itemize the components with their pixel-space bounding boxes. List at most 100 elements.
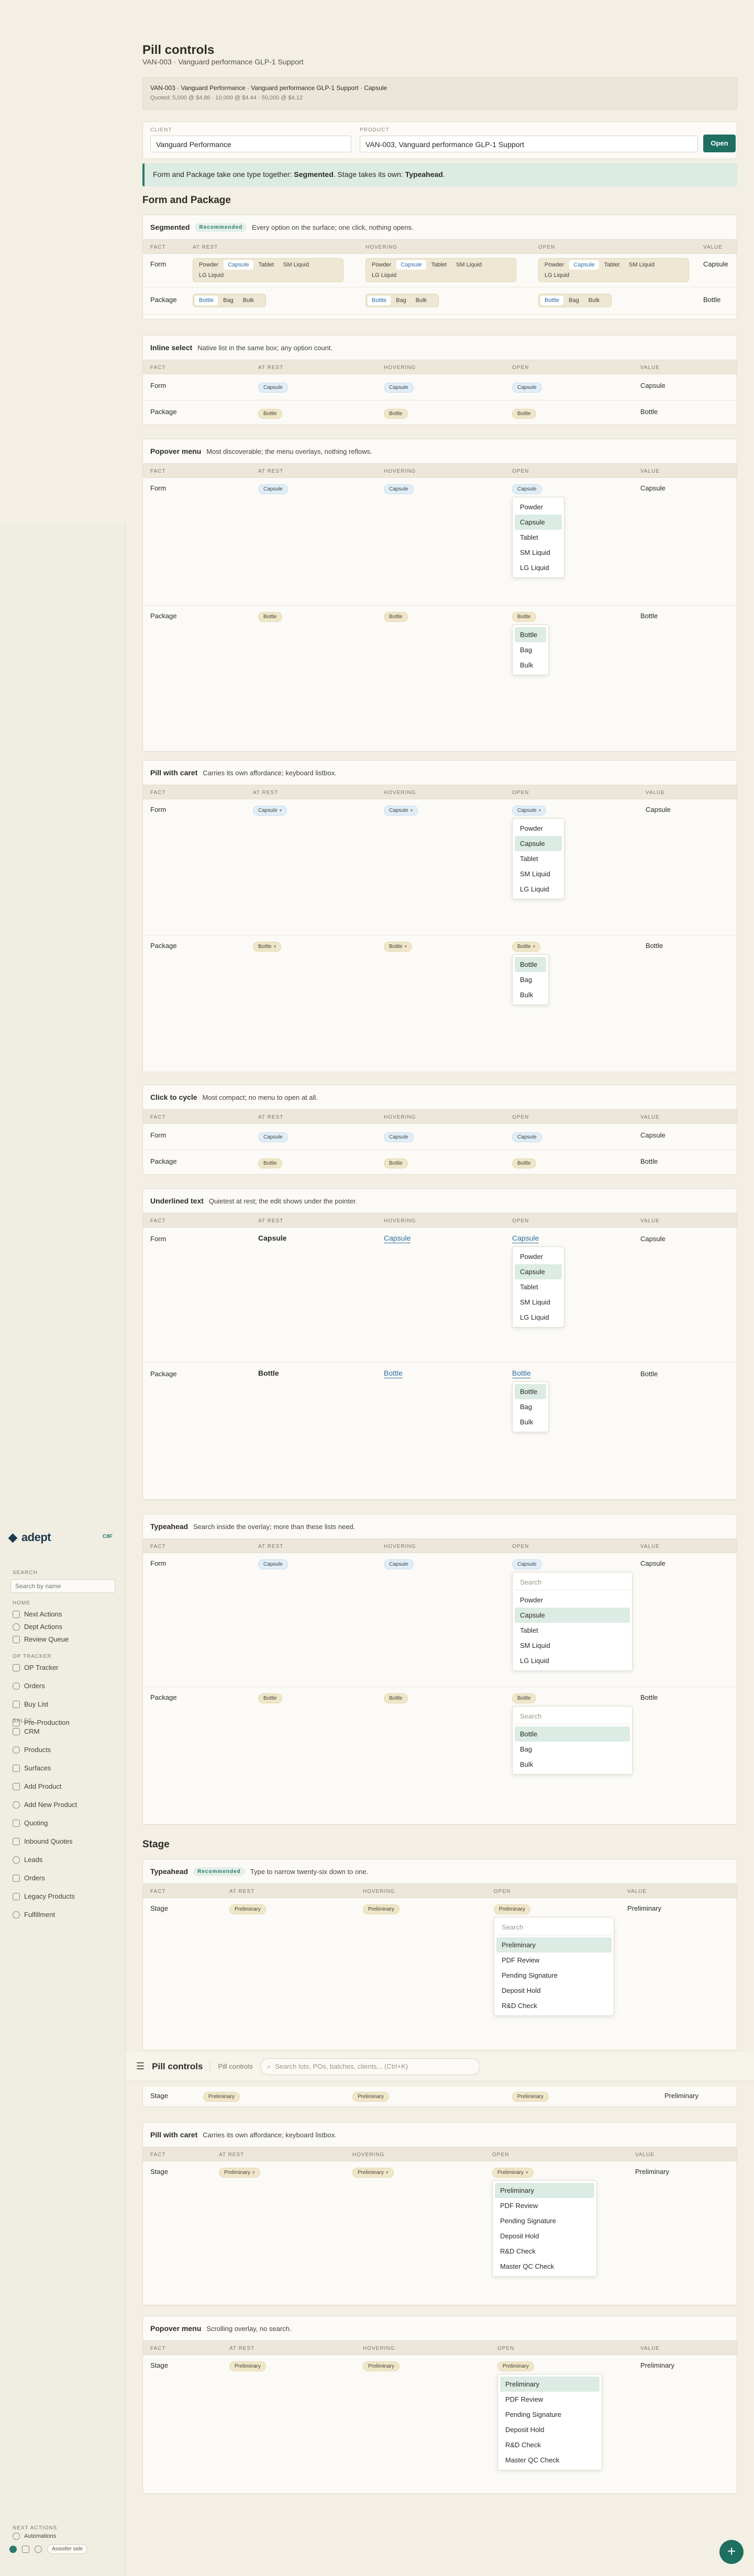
menu-search-input[interactable]: Search xyxy=(496,1920,612,1935)
sidebar-item[interactable]: Leads xyxy=(13,1856,42,1864)
segment-option[interactable]: Tablet xyxy=(600,260,624,270)
value-pill[interactable]: Bottle ▾ xyxy=(512,942,541,952)
menu-item[interactable]: LG Liquid xyxy=(515,1653,630,1668)
menu-item[interactable]: Pending Signature xyxy=(496,1968,612,1983)
menu-item[interactable]: Deposit Hold xyxy=(496,1983,612,1998)
value-pill[interactable]: Preliminary ▾ xyxy=(492,2168,534,2178)
value-text[interactable]: Bottle xyxy=(512,1369,531,1378)
segment-option[interactable]: Tablet xyxy=(254,260,278,270)
segment-option[interactable]: Bulk xyxy=(239,296,258,305)
menu-item[interactable]: R&D Check xyxy=(495,2244,594,2259)
menu-item[interactable]: Bottle xyxy=(515,957,546,972)
segment-option[interactable]: Powder xyxy=(540,260,568,270)
value-pill[interactable]: Capsule ▾ xyxy=(253,806,287,816)
value-pill[interactable]: Capsule xyxy=(384,484,414,494)
global-search[interactable]: ⌕ Search lots, POs, batches, clients... … xyxy=(260,2058,480,2075)
segment-option[interactable]: Bag xyxy=(564,296,583,305)
client-field[interactable]: Vanguard Performance xyxy=(150,136,351,152)
menu-item[interactable]: Deposit Hold xyxy=(500,2422,600,2437)
value-pill[interactable]: Bottle ▾ xyxy=(384,942,413,952)
menu-item[interactable]: Bottle xyxy=(515,1726,630,1742)
menu-item[interactable]: LG Liquid xyxy=(515,560,562,575)
segment-option[interactable]: Bulk xyxy=(412,296,431,305)
value-pill[interactable]: Preliminary ▾ xyxy=(219,2168,260,2178)
menu-icon[interactable]: ☰ xyxy=(136,2061,145,2072)
value-pill[interactable]: Bottle xyxy=(384,612,408,622)
theme-icon[interactable] xyxy=(35,2545,42,2553)
segment-option[interactable]: Capsule xyxy=(396,260,426,270)
value-pill[interactable]: Capsule ▾ xyxy=(512,806,547,816)
sidebar-item-automations[interactable]: Automations xyxy=(13,2533,56,2540)
sidebar-item[interactable]: Review Queue xyxy=(13,1635,69,1643)
menu-item[interactable]: Bottle xyxy=(515,627,546,642)
segment-option[interactable]: Powder xyxy=(195,260,223,270)
sidebar-item[interactable]: OP Tracker xyxy=(13,1664,59,1671)
menu-item[interactable]: Capsule xyxy=(515,836,562,851)
sidebar-search-input[interactable] xyxy=(10,1579,115,1593)
sidebar-item[interactable]: Inbound Quotes xyxy=(13,1837,73,1845)
menu-item[interactable]: Preliminary xyxy=(495,2183,594,2198)
menu-item[interactable]: Tablet xyxy=(515,1623,630,1638)
sidebar-item[interactable]: Add Product xyxy=(13,1782,62,1790)
value-pill[interactable]: Bottle xyxy=(258,612,282,622)
menu-item[interactable]: LG Liquid xyxy=(515,882,562,897)
menu-item[interactable]: Powder xyxy=(515,1592,630,1608)
value-pill[interactable]: Preliminary xyxy=(363,2361,400,2371)
segment-option[interactable]: SM Liquid xyxy=(625,260,659,270)
menu-item[interactable]: Bulk xyxy=(515,1414,546,1430)
value-pill[interactable]: Preliminary xyxy=(352,2092,390,2102)
brand[interactable]: ◆ adept xyxy=(8,1531,51,1544)
value-pill[interactable]: Bottle ▾ xyxy=(253,942,282,952)
segment-option[interactable]: LG Liquid xyxy=(540,271,573,280)
segment-option[interactable]: Capsule xyxy=(569,260,599,270)
segment-option[interactable]: Tablet xyxy=(427,260,451,270)
menu-item[interactable]: LG Liquid xyxy=(515,1310,562,1325)
menu-item[interactable]: Powder xyxy=(515,821,562,836)
menu-item[interactable]: Pending Signature xyxy=(495,2213,594,2228)
value-pill[interactable]: Bottle xyxy=(512,1158,536,1168)
menu-search-input[interactable]: Search xyxy=(515,1575,630,1590)
menu-item[interactable]: Preliminary xyxy=(496,1937,612,1953)
value-pill[interactable]: Capsule xyxy=(512,383,542,393)
open-button[interactable]: Open xyxy=(703,135,736,152)
value-pill[interactable]: Capsule xyxy=(258,1132,288,1142)
segment-option[interactable]: SM Liquid xyxy=(452,260,486,270)
segment-option[interactable]: Bottle xyxy=(540,296,564,305)
value-pill[interactable]: Bottle xyxy=(384,1693,408,1703)
menu-item[interactable]: Capsule xyxy=(515,515,562,530)
menu-item[interactable]: Bag xyxy=(515,972,546,987)
menu-item[interactable]: Pending Signature xyxy=(500,2407,600,2422)
value-pill[interactable]: Preliminary xyxy=(229,2361,267,2371)
value-pill[interactable]: Capsule xyxy=(384,1132,414,1142)
value-pill[interactable]: Capsule xyxy=(258,484,288,494)
menu-item[interactable]: Bag xyxy=(515,1399,546,1414)
menu-item[interactable]: PDF Review xyxy=(500,2392,600,2407)
segment-option[interactable]: Bulk xyxy=(584,296,604,305)
value-pill[interactable]: Bottle xyxy=(258,1693,282,1703)
menu-item[interactable]: Tablet xyxy=(515,530,562,545)
menu-item[interactable]: Bag xyxy=(515,1742,630,1757)
value-text[interactable]: Capsule xyxy=(258,1234,286,1242)
menu-item[interactable]: Bulk xyxy=(515,1757,630,1772)
value-text[interactable]: Bottle xyxy=(384,1369,403,1378)
value-pill[interactable]: Preliminary xyxy=(497,2361,535,2371)
menu-item[interactable]: PDF Review xyxy=(496,1953,612,1968)
value-pill[interactable]: Capsule ▾ xyxy=(384,806,418,816)
segment-option[interactable]: SM Liquid xyxy=(279,260,313,270)
menu-item[interactable]: SM Liquid xyxy=(515,545,562,560)
menu-item[interactable]: SM Liquid xyxy=(515,1638,630,1653)
menu-item[interactable]: Preliminary xyxy=(500,2377,600,2392)
add-fab-button[interactable]: + xyxy=(719,2540,744,2564)
menu-item[interactable]: Deposit Hold xyxy=(495,2228,594,2244)
sidebar-item[interactable]: Products xyxy=(13,1746,51,1754)
user-avatar-icon[interactable] xyxy=(9,2545,17,2553)
sidebar-item[interactable]: Quoting xyxy=(13,1819,48,1827)
menu-item[interactable]: Powder xyxy=(515,499,562,515)
sidebar-item[interactable]: Buy List xyxy=(13,1700,48,1708)
settings-icon[interactable] xyxy=(22,2545,29,2553)
value-pill[interactable]: Preliminary xyxy=(512,2092,549,2102)
value-pill[interactable]: Bottle xyxy=(512,612,536,622)
value-pill[interactable]: Preliminary xyxy=(203,2092,240,2102)
sidebar-item[interactable]: Add New Product xyxy=(13,1801,77,1809)
sidebar-item[interactable]: CRM xyxy=(13,1727,40,1735)
